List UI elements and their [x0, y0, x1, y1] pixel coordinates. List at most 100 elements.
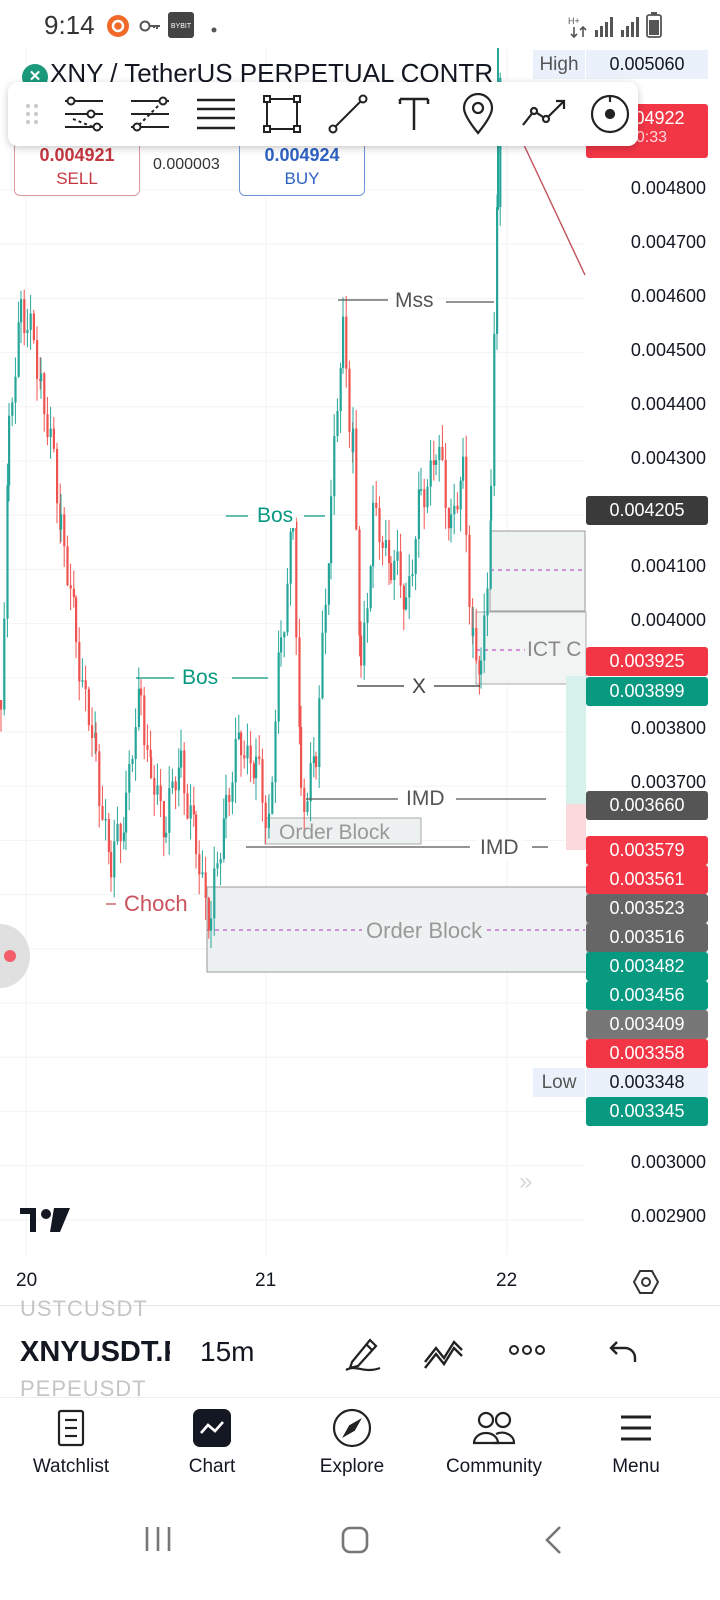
tradingview-logo[interactable]: [20, 1206, 72, 1239]
annotation-bos-upper[interactable]: Bos: [254, 504, 297, 528]
annotation-ict[interactable]: ICT C: [527, 638, 583, 662]
candle-body: [255, 756, 258, 779]
undo-icon[interactable]: [607, 1334, 639, 1373]
candle-body: [303, 787, 306, 812]
text-icon[interactable]: [390, 90, 438, 138]
candle-body: [198, 854, 201, 875]
system-navigation-bar: [0, 1497, 720, 1600]
candle-body: [60, 514, 63, 530]
annotation-bos-lower[interactable]: Bos: [179, 666, 222, 690]
candle-body: [49, 428, 52, 438]
interval-selector[interactable]: 15m: [200, 1336, 254, 1368]
recent-apps-icon[interactable]: [143, 1525, 173, 1558]
scroll-forward-icon[interactable]: »: [519, 1168, 532, 1196]
candle-body: [426, 486, 429, 508]
candle-body: [352, 428, 355, 453]
price-tag: 0.003456: [586, 981, 708, 1010]
nav-menu[interactable]: Menu: [571, 1408, 701, 1478]
candle-body: [264, 802, 267, 828]
candle-body: [165, 832, 168, 838]
nav-community-label: Community: [445, 1456, 543, 1477]
candle-body: [78, 642, 81, 682]
candle-body: [453, 505, 456, 515]
candle-body: [150, 757, 153, 778]
pin-icon[interactable]: [454, 90, 502, 138]
annotation-x[interactable]: X: [409, 675, 430, 699]
candle-body: [345, 316, 348, 369]
drag-handle-icon[interactable]: [12, 90, 52, 138]
candle-body: [119, 823, 122, 842]
candle-body: [295, 521, 298, 638]
home-icon[interactable]: [340, 1525, 370, 1560]
line-icon[interactable]: [324, 90, 372, 138]
candle-body: [189, 805, 192, 819]
candle-body: [128, 763, 131, 793]
price-tag: 0.003482: [586, 952, 708, 981]
candle-body: [462, 456, 465, 481]
hamburger-menu-icon: [571, 1408, 701, 1448]
candle-body: [3, 618, 6, 710]
ticker-previous[interactable]: USTCUSDT: [20, 1296, 148, 1322]
candle-body: [369, 566, 372, 609]
nav-community[interactable]: Community: [429, 1408, 559, 1478]
candle-body: [358, 529, 361, 636]
position-short-zone: [566, 804, 586, 850]
candle-body: [333, 436, 336, 497]
candle-body: [207, 898, 210, 931]
candle-body: [456, 505, 459, 510]
price-tag: 0.003899: [586, 677, 708, 706]
candle-body: [268, 813, 271, 818]
candle-body: [56, 448, 59, 504]
candle-body: [177, 767, 180, 791]
ticker-current[interactable]: XNYUSDT.P: [20, 1336, 170, 1369]
candle-body: [174, 781, 177, 791]
pencil-draw-icon[interactable]: [344, 1334, 382, 1377]
candle-body: [283, 632, 286, 638]
price-tag: 0.003660: [586, 791, 708, 820]
candle-body: [91, 725, 94, 738]
buy-button[interactable]: 0.004924 BUY: [239, 138, 365, 196]
price-tick: 0.003700: [630, 772, 706, 792]
nav-watchlist[interactable]: Watchlist: [6, 1408, 136, 1478]
candle-body: [192, 805, 195, 815]
annotation-mss[interactable]: Mss: [392, 289, 437, 313]
compass-icon: [287, 1408, 417, 1448]
candle-body: [81, 680, 84, 682]
chart-settings-icon[interactable]: [632, 1268, 660, 1301]
indicators-icon[interactable]: [422, 1334, 466, 1377]
annotation-order-block-upper[interactable]: Order Block: [279, 821, 390, 845]
sell-button[interactable]: 0.004921 SELL: [14, 138, 140, 196]
nav-explore[interactable]: Explore: [287, 1408, 417, 1478]
cursor-icon[interactable]: [586, 90, 634, 138]
trend-line: [523, 144, 586, 276]
rectangle-icon[interactable]: [258, 90, 306, 138]
annotation-order-block-lower[interactable]: Order Block: [362, 918, 487, 944]
candle-body: [306, 801, 309, 812]
fib-tools-icon[interactable]: [126, 90, 174, 138]
nav-menu-label: Menu: [612, 1456, 660, 1477]
candle-body: [441, 446, 444, 460]
candle-body: [360, 635, 363, 666]
more-options-icon[interactable]: [508, 1342, 546, 1363]
candle-body: [52, 428, 55, 449]
candle-body: [375, 502, 378, 508]
candle-body: [348, 368, 351, 432]
annotation-imd-lower[interactable]: IMD: [477, 836, 522, 860]
candle-body: [122, 832, 125, 842]
candle-body: [107, 818, 110, 853]
price-tick: 0.004600: [630, 286, 706, 306]
candle-body: [300, 726, 303, 788]
nav-chart[interactable]: Chart: [147, 1408, 277, 1478]
back-icon[interactable]: [542, 1525, 564, 1560]
annotation-choch[interactable]: Choch: [121, 891, 191, 917]
candle-body: [286, 583, 289, 633]
spread-value: 0.000003: [153, 156, 220, 173]
trend-tools-icon[interactable]: [60, 90, 108, 138]
candle-body: [393, 560, 396, 581]
horizontal-lines-icon[interactable]: [192, 90, 240, 138]
path-icon[interactable]: [520, 90, 568, 138]
price-tick: 0.003800: [630, 718, 706, 738]
annotation-imd-upper[interactable]: IMD: [403, 787, 448, 811]
low-label: Low: [533, 1068, 585, 1097]
candle-body: [309, 763, 312, 802]
